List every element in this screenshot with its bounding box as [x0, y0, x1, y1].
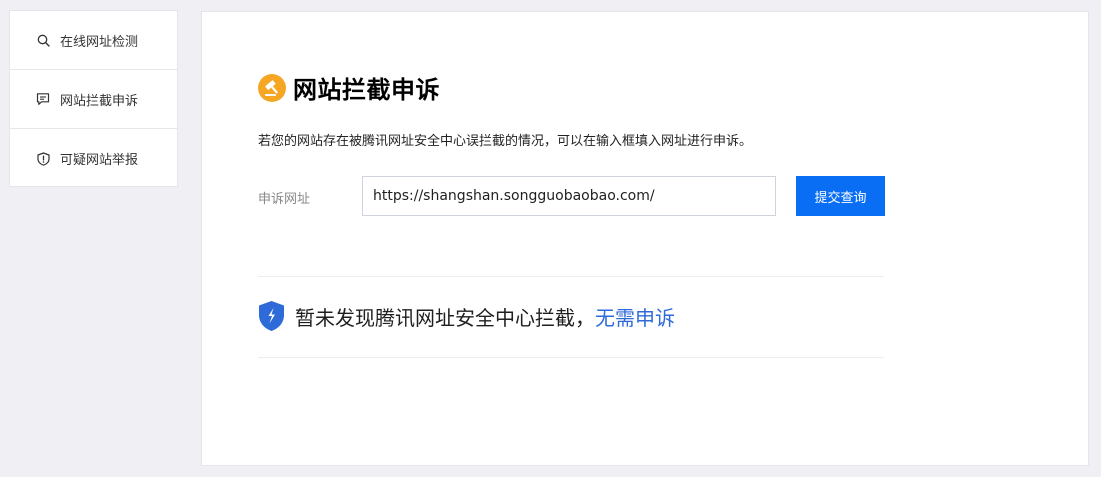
search-icon	[36, 33, 50, 47]
divider-bottom	[258, 357, 884, 358]
sidebar-item-appeal[interactable]: 网站拦截申诉	[10, 70, 177, 129]
sidebar-item-label: 网站拦截申诉	[60, 93, 139, 109]
sidebar-item-label: 在线网址检测	[60, 34, 139, 50]
shield-check-icon	[258, 300, 285, 332]
result-message: 暂未发现腾讯网址安全中心拦截， 无需申诉	[258, 300, 675, 332]
url-input[interactable]	[362, 176, 776, 216]
sidebar: 在线网址检测 网站拦截申诉 可疑网站举报	[9, 10, 178, 187]
main-panel: 网站拦截申诉 若您的网站存在被腾讯网址安全中心误拦截的情况，可以在输入框填入网址…	[201, 11, 1089, 466]
page-header: 网站拦截申诉	[258, 70, 440, 105]
result-text: 暂未发现腾讯网址安全中心拦截，	[295, 305, 595, 330]
submit-query-button[interactable]: 提交查询	[796, 176, 885, 216]
page-title: 网站拦截申诉	[293, 76, 440, 104]
sidebar-item-label: 可疑网站举报	[60, 153, 139, 168]
no-appeal-needed-link[interactable]: 无需申诉	[595, 302, 675, 331]
url-field-label: 申诉网址	[258, 192, 311, 207]
chat-icon	[36, 92, 50, 106]
gavel-icon	[258, 73, 286, 102]
sidebar-item-url-check[interactable]: 在线网址检测	[10, 11, 177, 70]
description-text: 若您的网站存在被腾讯网址安全中心误拦截的情况，可以在输入框填入网址进行申诉。	[258, 134, 753, 149]
divider-top	[258, 276, 884, 277]
sidebar-item-report[interactable]: 可疑网站举报	[10, 129, 177, 188]
shield-alert-icon	[36, 151, 50, 166]
